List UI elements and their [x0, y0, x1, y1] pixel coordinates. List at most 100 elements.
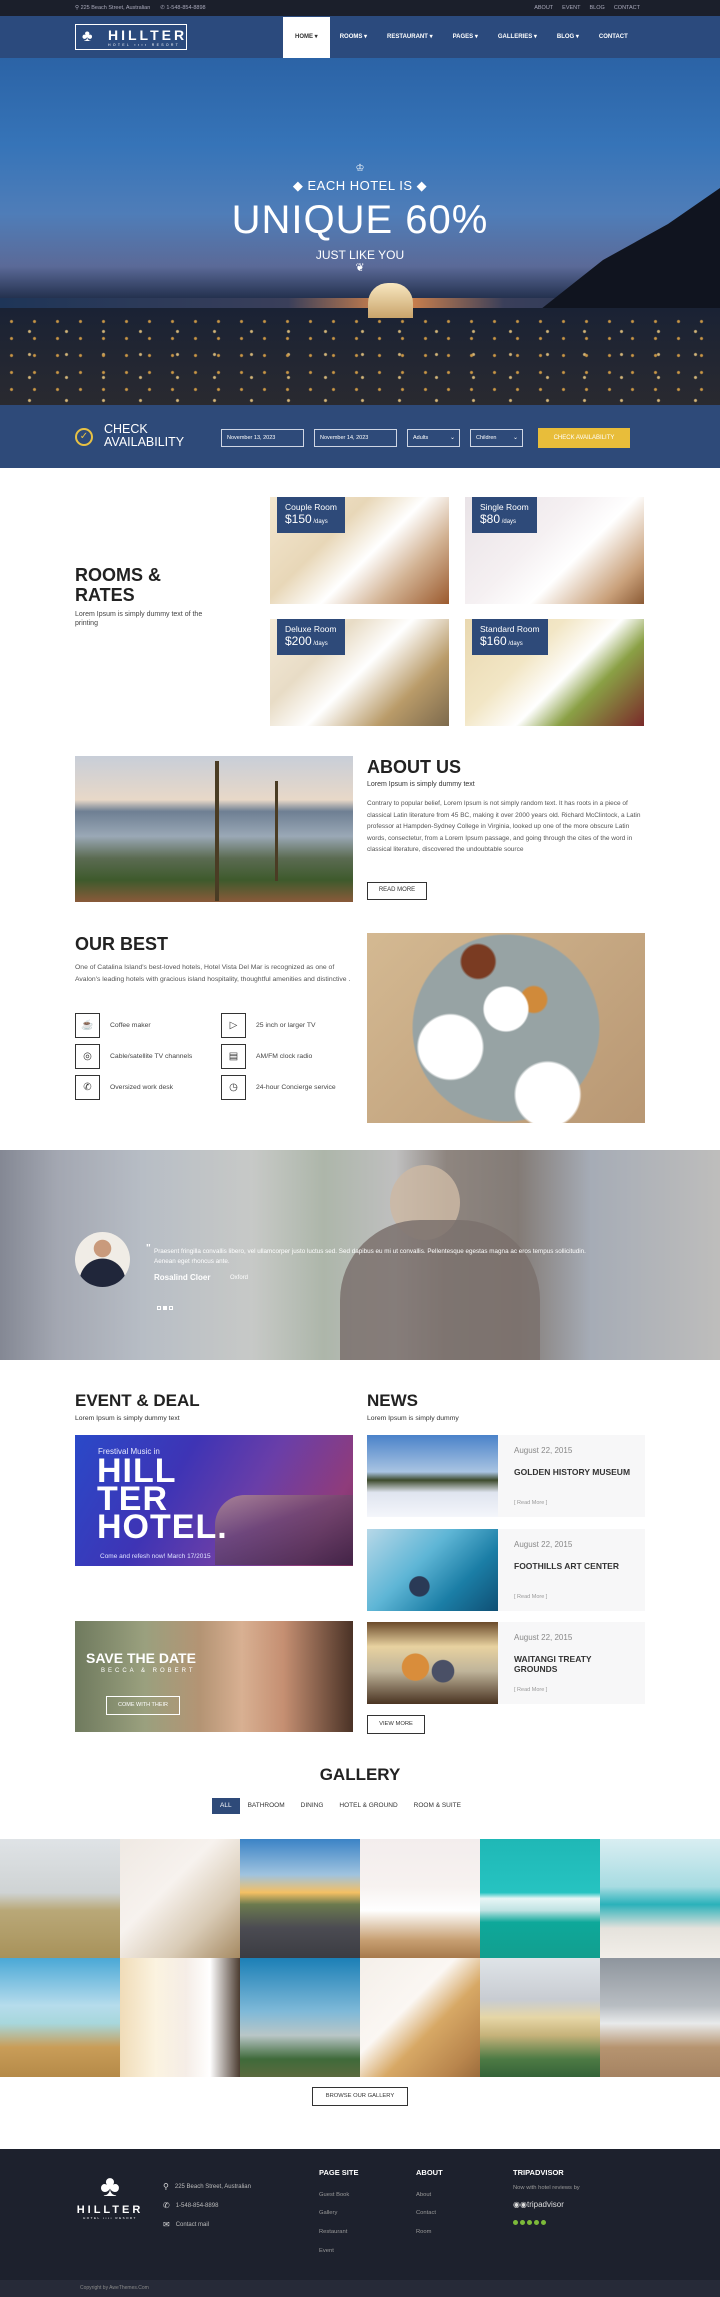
footer-link-restaurant[interactable]: Restaurant [319, 2229, 347, 2235]
slider-dot[interactable] [169, 1306, 173, 1310]
room-card[interactable]: Deluxe Room $200 /days [270, 619, 449, 726]
tab-dining[interactable]: DINING [293, 1798, 332, 1814]
phone-icon: ✆ [160, 5, 165, 11]
read-more-link[interactable]: [ Read More ] [514, 1687, 547, 1693]
footer-link-about[interactable]: About [416, 2192, 431, 2198]
top-bar: ⚲ 225 Beach Street, Australian ✆ 1-548-8… [0, 0, 720, 16]
tab-all[interactable]: ALL [212, 1798, 240, 1814]
view-more-button[interactable]: VIEW MORE [367, 1715, 425, 1734]
phone-info: ✆ 1-548-854-8898 [160, 5, 206, 11]
news-item[interactable]: August 22, 2015 FOOTHILLS ART CENTER [ R… [367, 1529, 645, 1611]
news-image [367, 1622, 498, 1704]
site-logo[interactable]: ♣ HILLTER HOTEL ▪▪▪▪ RESORT [75, 24, 187, 50]
news-image [367, 1529, 498, 1611]
gallery-tile[interactable] [240, 1839, 360, 1958]
footer-link-event[interactable]: Event [319, 2248, 334, 2254]
top-link-about[interactable]: ABOUT [534, 5, 553, 11]
breakfast-table-image [367, 933, 645, 1123]
footer-address: ⚲ 225 Beach Street, Australian [163, 2182, 251, 2191]
slider-dot[interactable] [157, 1306, 161, 1310]
gallery-tile[interactable] [600, 1839, 720, 1958]
event-card-music[interactable]: Frestival Music in HILL TER HOTEL. Come … [75, 1435, 353, 1566]
footer-link-contact[interactable]: Contact [416, 2210, 436, 2216]
nav-blog[interactable]: BLOG ▾ [547, 17, 589, 58]
gallery-tile[interactable] [120, 1839, 240, 1958]
check-availability-button[interactable]: CHECK AVAILABILITY [538, 428, 630, 448]
check-circle-icon: ✓ [75, 428, 93, 446]
tab-bathroom[interactable]: BATHROOM [240, 1798, 293, 1814]
room-card[interactable]: Couple Room $150 /days [270, 497, 449, 604]
tripadvisor-logo[interactable]: ◉◉tripadvisor [513, 2200, 564, 2209]
testimonial-quote: Praesent fringilla convallis libero, vel… [154, 1248, 586, 1265]
gallery-tile[interactable] [480, 1839, 600, 1958]
nav-contact[interactable]: CONTACT [589, 17, 638, 58]
room-label: Standard Room $160 /days [472, 619, 548, 655]
gallery-tile[interactable] [600, 1958, 720, 2077]
news-title: NEWS [367, 1391, 418, 1410]
amenity-item: ◎ Cable/satellite TV channels [75, 1044, 192, 1069]
copyright-bar: Copyright by AweThemes.Com [0, 2280, 720, 2297]
footer-link-gallery[interactable]: Gallery [319, 2210, 337, 2216]
top-link-event[interactable]: EVENT [562, 5, 580, 11]
event-card-wedding[interactable]: SAVE THE DATE BECCA & ROBERT COME WITH T… [75, 1621, 353, 1732]
adults-select[interactable]: Adults ⌄ [407, 429, 460, 447]
gallery-tile[interactable] [360, 1958, 480, 2077]
news-item[interactable]: August 22, 2015 WAITANGI TREATY GROUNDS … [367, 1622, 645, 1704]
chevron-down-icon: ⌄ [449, 435, 455, 441]
amenity-item: ▤ AM/FM clock radio [221, 1044, 312, 1069]
amenity-item: ▷ 25 inch or larger TV [221, 1013, 316, 1038]
footer-heading-page-site: PAGE SITE [319, 2168, 359, 2177]
city-lights [0, 313, 720, 403]
read-more-button[interactable]: READ MORE [367, 882, 427, 900]
gallery-tile[interactable] [480, 1958, 600, 2077]
gallery-title: GALLERY [319, 1765, 401, 1784]
room-card[interactable]: Standard Room $160 /days [465, 619, 644, 726]
address-info: ⚲ 225 Beach Street, Australian [75, 5, 151, 11]
footer-link-room[interactable]: Room [416, 2229, 431, 2235]
footer-link-guest-book[interactable]: Guest Book [319, 2192, 349, 2198]
owl-eyes-icon: ◉◉ [513, 2200, 527, 2209]
footer-logo[interactable]: ♣ HILLTER HOTEL ▪▪▪▪ RESORT [75, 2170, 145, 2220]
room-card[interactable]: Single Room $80 /days [465, 497, 644, 604]
top-link-blog[interactable]: BLOG [590, 5, 605, 11]
gallery-tile[interactable] [240, 1958, 360, 2077]
room-label: Couple Room $150 /days [277, 497, 345, 533]
gallery-tile[interactable] [0, 1958, 120, 2077]
location-pin-icon: ⚲ [75, 5, 80, 11]
footer-mail[interactable]: ✉ Contact mail [163, 2220, 209, 2229]
main-menu: HOME ▾ ROOMS ▾ RESTAURANT ▾ PAGES ▾ GALL… [283, 17, 638, 58]
read-more-link[interactable]: [ Read More ] [514, 1594, 547, 1600]
crown-ornament-icon: ♔ [355, 163, 365, 174]
nav-restaurant[interactable]: RESTAURANT ▾ [377, 17, 443, 58]
tab-hotel-ground[interactable]: HOTEL & GROUND [331, 1798, 405, 1814]
news-image [367, 1435, 498, 1517]
availability-title: CHECK AVAILABILITY [104, 422, 185, 449]
come-with-their-button[interactable]: COME WITH THEIR [106, 1696, 180, 1715]
palm-trunk [215, 761, 219, 901]
radio-icon: ▤ [221, 1044, 246, 1069]
children-select[interactable]: Children ⌄ [470, 429, 523, 447]
room-label: Single Room $80 /days [472, 497, 537, 533]
top-link-contact[interactable]: CONTACT [614, 5, 640, 11]
departure-date-field[interactable]: November 14, 2023 [314, 429, 397, 447]
coffee-maker-icon: ☕ [75, 1013, 100, 1038]
gallery-tile[interactable] [0, 1839, 120, 1958]
gallery-tile[interactable] [120, 1958, 240, 2077]
footer-heading-tripadvisor: TRIPADVISOR [513, 2168, 564, 2177]
rooms-description: Lorem Ipsum is simply dummy text of the … [75, 611, 203, 627]
nav-galleries[interactable]: GALLERIES ▾ [488, 17, 547, 58]
browse-gallery-button[interactable]: BROWSE OUR GALLERY [312, 2087, 408, 2106]
footer-heading-about: ABOUT [416, 2168, 443, 2177]
arrival-date-field[interactable]: November 13, 2023 [221, 429, 304, 447]
nav-pages[interactable]: PAGES ▾ [443, 17, 488, 58]
tab-room-suite[interactable]: ROOM & SUITE [406, 1798, 469, 1814]
read-more-link[interactable]: [ Read More ] [514, 1500, 547, 1506]
nav-rooms[interactable]: ROOMS ▾ [330, 17, 377, 58]
nav-home[interactable]: HOME ▾ [283, 17, 330, 58]
event-big-title: HILL TER HOTEL. [97, 1452, 228, 1546]
gallery-tile[interactable] [360, 1839, 480, 1958]
avatar [75, 1232, 130, 1287]
news-subtitle: Lorem Ipsum is simply dummy [367, 1415, 459, 1422]
slider-dot-active[interactable] [163, 1306, 167, 1310]
news-item[interactable]: August 22, 2015 GOLDEN HISTORY MUSEUM [ … [367, 1435, 645, 1517]
